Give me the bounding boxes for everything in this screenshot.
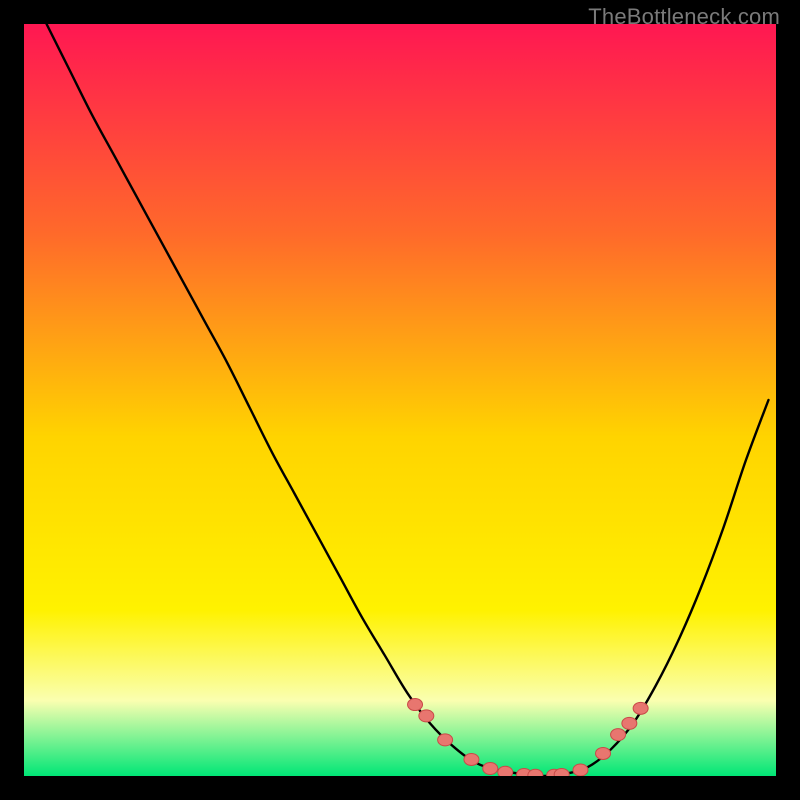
watermark-text: TheBottleneck.com [588,4,780,30]
marker-point [622,717,637,729]
marker-point [438,734,453,746]
marker-point [419,710,434,722]
marker-point [498,766,513,776]
marker-point [573,764,588,776]
marker-point [611,729,626,741]
marker-point [464,753,479,765]
chart-svg [24,24,776,776]
marker-point [596,747,611,759]
chart-frame [24,24,776,776]
marker-point [408,699,423,711]
gradient-background [24,24,776,776]
marker-point [483,762,498,774]
marker-point [633,702,648,714]
marker-point [554,769,569,777]
